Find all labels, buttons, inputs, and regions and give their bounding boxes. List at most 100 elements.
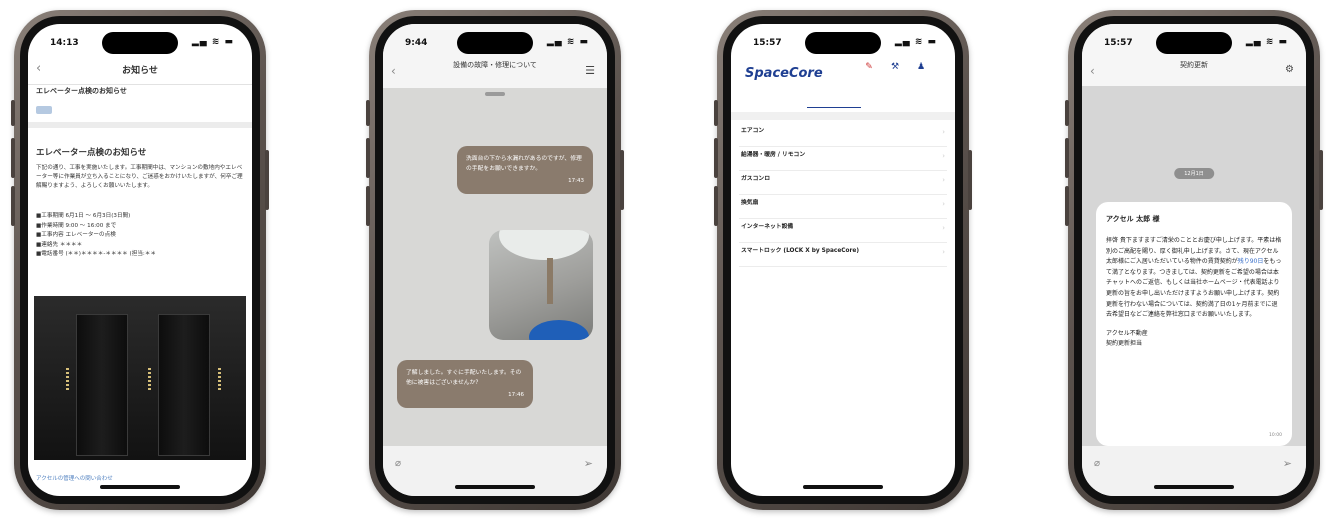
- home-indicator: [803, 485, 883, 489]
- power-button: [968, 150, 972, 210]
- menu-icon[interactable]: ☰: [585, 64, 595, 77]
- alert-icon[interactable]: ✎: [857, 62, 881, 72]
- send-icon[interactable]: ➢: [1283, 457, 1292, 470]
- remaining-days-link[interactable]: 残り90日: [1238, 258, 1264, 265]
- notice-subject: エレベーター点検のお知らせ: [36, 87, 127, 95]
- list-item[interactable]: 換気扇 ›: [739, 194, 947, 219]
- item-name: 換気扇: [741, 200, 759, 206]
- screen: 9:44 ▂▄ ≋ ▬ ‹ 設備の故障・修理について ☰ 洗面台の下から水漏れが…: [383, 24, 607, 496]
- list-item[interactable]: ガスコンロ ›: [739, 170, 947, 195]
- power-button: [620, 150, 624, 210]
- user-icon[interactable]: ♟: [909, 62, 933, 72]
- detail-line: ■工事期間 6月1日 〜 6月3日(3日間): [36, 213, 131, 219]
- status-time: 14:13: [50, 38, 79, 48]
- app-logo: SpaceCore: [745, 66, 823, 81]
- item-name: スマートロック (LOCK X by SpaceCore): [741, 248, 859, 254]
- company-name: アクセル不動産: [1106, 329, 1148, 337]
- inquiry-link[interactable]: アクセルの管理への問い合わせ: [36, 474, 113, 482]
- volume-up-button: [11, 138, 15, 178]
- home-indicator: [1154, 485, 1234, 489]
- screen: 15:57 ▂▄ ≋ ▬ ‹ 契約更新 ⚙ 12月1日 アクセル 太郎 様 拝啓…: [1082, 24, 1306, 496]
- notice-heading: エレベーター点検のお知らせ: [36, 148, 147, 158]
- attach-icon[interactable]: ⌀: [1094, 458, 1100, 469]
- power-button: [265, 150, 269, 210]
- send-icon[interactable]: ➢: [584, 457, 593, 470]
- signal-wifi-battery-icon: ▂▄ ≋ ▬: [894, 37, 937, 47]
- attach-icon[interactable]: ⌀: [395, 458, 401, 469]
- tab-equipment[interactable]: [807, 100, 861, 108]
- volume-down-button: [1065, 186, 1069, 226]
- volume-down-button: [366, 186, 370, 226]
- chevron-right-icon: ›: [942, 128, 945, 136]
- category-badge: [36, 106, 52, 114]
- detail-line: ■作業時間 9:00 〜 16:00 まで: [36, 222, 117, 229]
- leak-photo[interactable]: [489, 230, 593, 340]
- power-button: [1319, 150, 1323, 210]
- chat-bubble-sent: 洗面台の下から水漏れがあるのですが、修理の手配をお願いできますか。 17:43: [457, 146, 593, 194]
- message-text: 洗面台の下から水漏れがあるのですが、修理の手配をお願いできますか。: [466, 156, 582, 172]
- signal-wifi-battery-icon: ▂▄ ≋ ▬: [191, 37, 234, 47]
- section-divider: [731, 112, 955, 120]
- detail-line: ■電話番号 (＊＊)＊＊＊＊-＊＊＊＊ (担当:＊＊: [36, 251, 156, 257]
- volume-down-button: [714, 186, 718, 226]
- section-divider: [28, 122, 252, 128]
- message-body: 拝啓 貴下ますますご清栄のこととお慶び申し上げます。平素は格別のご高配を賜り、厚…: [1106, 236, 1282, 321]
- list-item[interactable]: スマートロック (LOCK X by SpaceCore) ›: [739, 242, 947, 267]
- settings-icon[interactable]: ⚙: [1285, 64, 1294, 75]
- item-name: エアコン: [741, 128, 765, 134]
- chat-title: 設備の故障・修理について: [453, 61, 537, 69]
- sink-basin: [499, 230, 589, 260]
- date-pill: 12月1日: [1174, 168, 1214, 179]
- date-pill: [485, 92, 505, 96]
- volume-up-button: [1065, 138, 1069, 178]
- elevator-door: [158, 314, 210, 456]
- list-item[interactable]: インターネット設備 ›: [739, 218, 947, 243]
- detail-line: ■工事内容 エレベーターの点検: [36, 232, 116, 238]
- side-button: [11, 100, 15, 126]
- chat-bubble-received: 了解しました。すぐに手配いたします。その他に被害はございませんか？ 17:46: [397, 360, 533, 408]
- phone-chat-repair: 9:44 ▂▄ ≋ ▬ ‹ 設備の故障・修理について ☰ 洗面台の下から水漏れが…: [366, 10, 624, 510]
- elevator-door: [76, 314, 128, 456]
- list-item[interactable]: エアコン ›: [739, 122, 947, 147]
- chevron-right-icon: ›: [942, 152, 945, 160]
- status-time: 9:44: [405, 38, 428, 48]
- signal-wifi-battery-icon: ▂▄ ≋ ▬: [1245, 37, 1288, 47]
- volume-down-button: [11, 186, 15, 226]
- message-text: をもって満了となります。つきましては、契約更新をご希望の場合は本チャットへのご返…: [1106, 258, 1282, 319]
- side-button: [714, 100, 718, 126]
- side-button: [1065, 100, 1069, 126]
- phone-contract-renewal: 15:57 ▂▄ ≋ ▬ ‹ 契約更新 ⚙ 12月1日 アクセル 太郎 様 拝啓…: [1065, 10, 1323, 510]
- dynamic-island: [805, 32, 881, 54]
- dynamic-island: [457, 32, 533, 54]
- home-indicator: [100, 485, 180, 489]
- status-time: 15:57: [753, 38, 782, 48]
- dynamic-island: [102, 32, 178, 54]
- signal-wifi-battery-icon: ▂▄ ≋ ▬: [546, 37, 589, 47]
- tools-icon[interactable]: ⚒: [883, 62, 907, 72]
- chevron-right-icon: ›: [942, 176, 945, 184]
- recipient-name: アクセル 太郎 様: [1106, 215, 1160, 223]
- message-text: 了解しました。すぐに手配いたします。その他に被害はございませんか？: [406, 370, 522, 386]
- app-header: SpaceCore ✎ ⚒ ♟: [731, 54, 955, 98]
- nav-bar: ‹ お知らせ: [28, 58, 252, 85]
- screen: 15:57 ▂▄ ≋ ▬ SpaceCore ✎ ⚒ ♟ エアコン › 給湯器・…: [731, 24, 955, 496]
- status-time: 15:57: [1104, 38, 1133, 48]
- home-indicator: [455, 485, 535, 489]
- elevator-light: [218, 368, 221, 390]
- item-name: ガスコンロ: [741, 176, 770, 182]
- message-signature: アクセル不動産 契約更新担当: [1106, 329, 1282, 350]
- elevator-light: [148, 368, 151, 390]
- phone-equipment-list: 15:57 ▂▄ ≋ ▬ SpaceCore ✎ ⚒ ♟ エアコン › 給湯器・…: [714, 10, 972, 510]
- volume-up-button: [366, 138, 370, 178]
- tab-bar: [731, 98, 955, 110]
- message-time: 17:43: [568, 178, 584, 184]
- chat-title: 契約更新: [1180, 61, 1208, 69]
- blue-bucket: [529, 320, 589, 340]
- list-item[interactable]: 給湯器・暖房 / リモコン ›: [739, 146, 947, 171]
- phone-notice: 14:13 ▂▄ ≋ ▬ ‹ お知らせ エレベーター点検のお知らせ エレベーター…: [11, 10, 269, 510]
- chevron-right-icon: ›: [942, 248, 945, 256]
- chat-bubble-received: アクセル 太郎 様 拝啓 貴下ますますご清栄のこととお慶び申し上げます。平素は格…: [1096, 202, 1292, 446]
- detail-line: ■連絡先 ＊＊＊＊: [36, 241, 83, 248]
- chevron-right-icon: ›: [942, 224, 945, 232]
- department-name: 契約更新担当: [1106, 340, 1143, 348]
